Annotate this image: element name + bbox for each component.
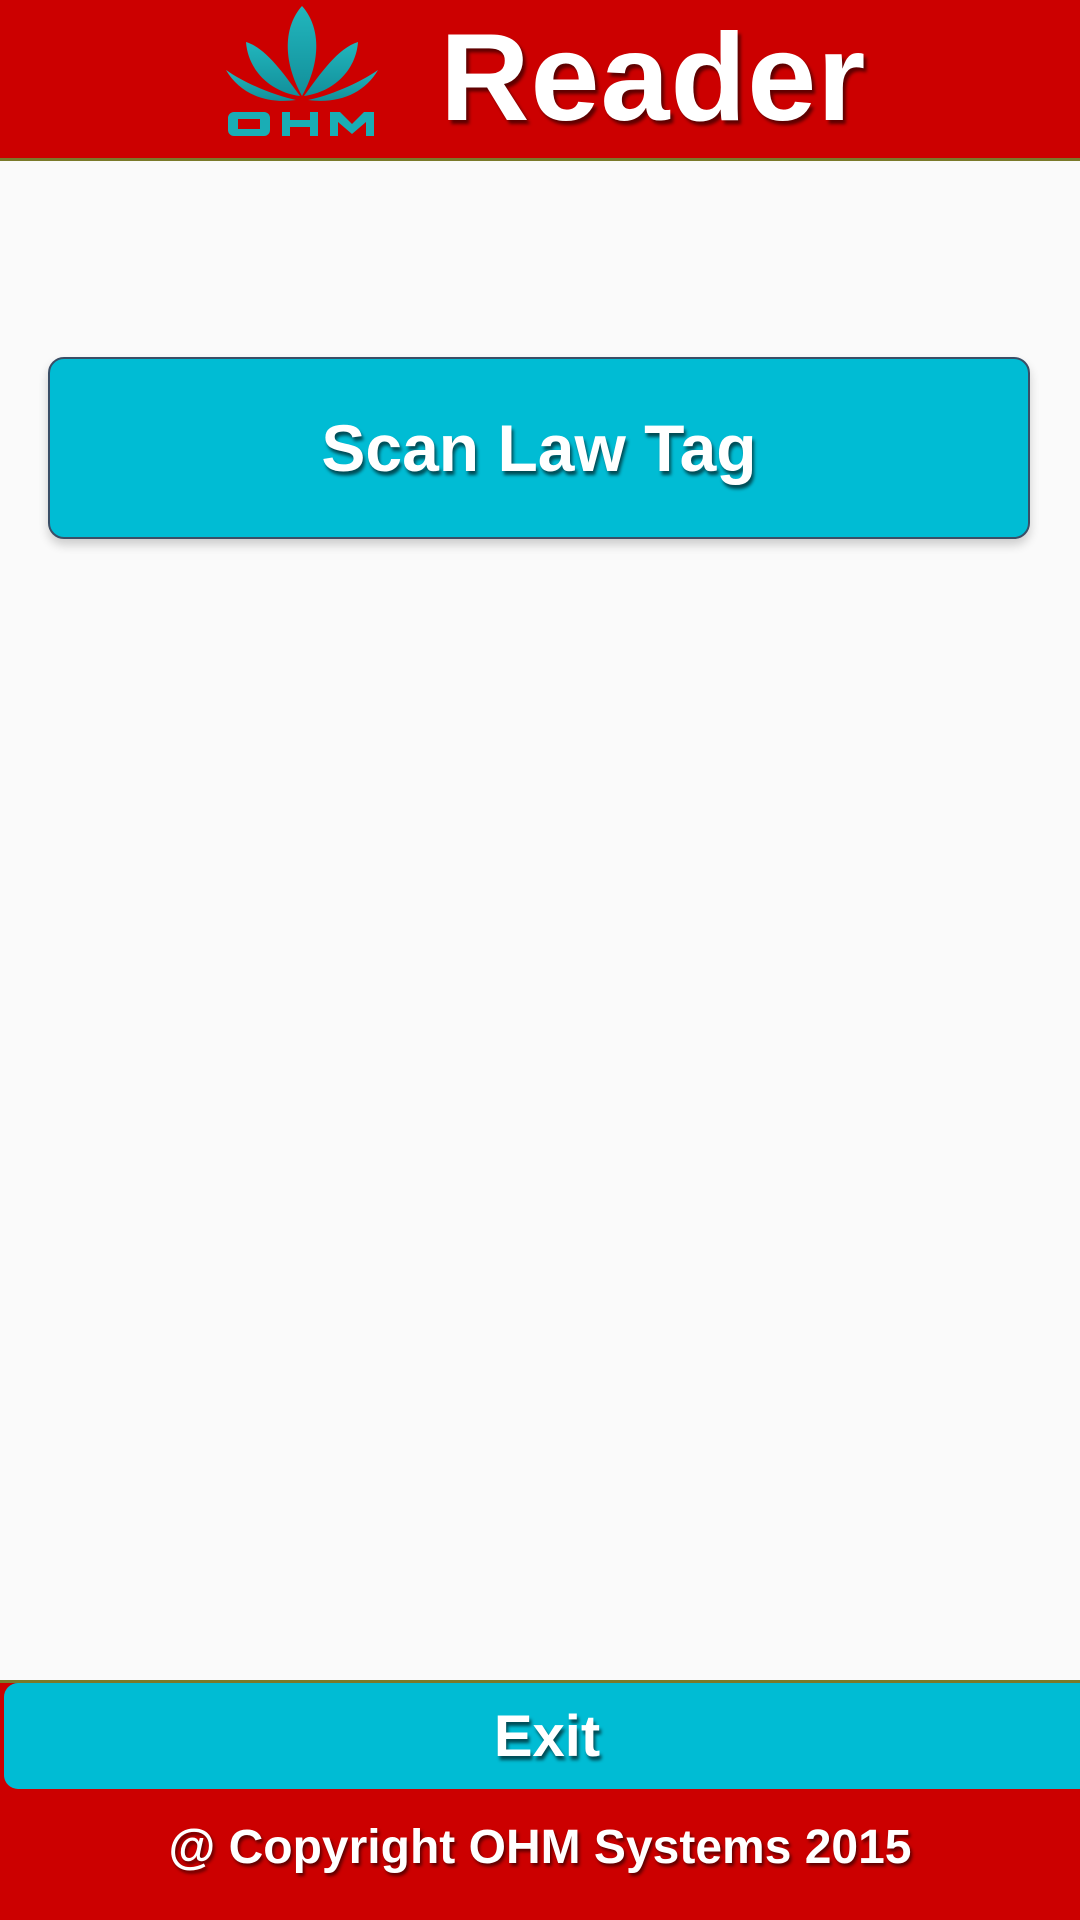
lotus-logo-icon [226,4,378,138]
app-title: Reader [440,9,867,147]
app-root: Reader Scan Law Tag Exit @ Copyright OHM… [0,0,1080,1920]
app-header: Reader [0,0,1080,161]
scan-law-tag-button[interactable]: Scan Law Tag [48,357,1030,539]
scan-button-label: Scan Law Tag [321,411,757,485]
copyright-text: @ Copyright OHM Systems 2015 [168,1821,912,1874]
exit-button-label: Exit [493,1703,601,1769]
exit-button[interactable]: Exit [4,1683,1080,1789]
